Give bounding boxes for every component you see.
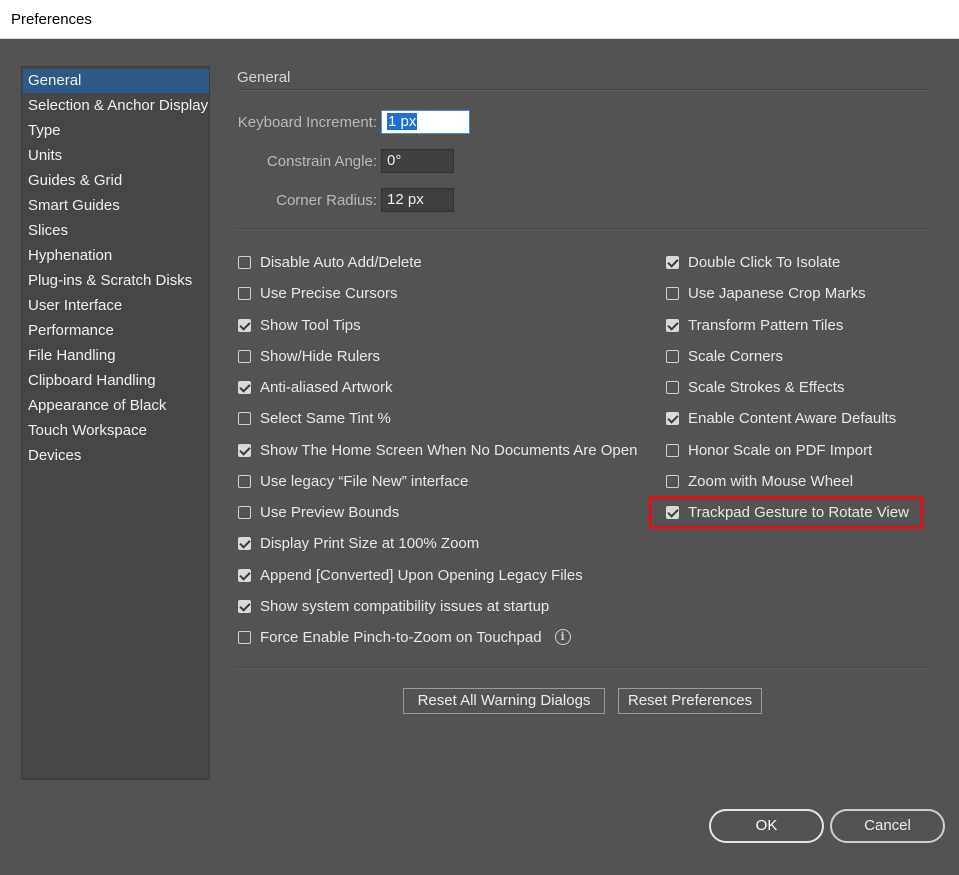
option-label: Scale Corners: [688, 347, 784, 365]
option-label: Scale Strokes & Effects: [688, 378, 845, 396]
option-label: Show The Home Screen When No Documents A…: [260, 441, 638, 459]
sidebar-item-touch-workspace[interactable]: Touch Workspace: [23, 419, 209, 443]
sidebar-item-general[interactable]: General: [23, 69, 209, 93]
checkbox[interactable]: [666, 349, 679, 363]
option-enable-content-aware-defaults[interactable]: Enable Content Aware Defaults: [666, 408, 896, 428]
option-select-same-tint[interactable]: Select Same Tint %: [238, 408, 391, 428]
option-label: Show/Hide Rulers: [260, 347, 381, 365]
sidebar-item-slices[interactable]: Slices: [23, 219, 209, 243]
section-divider: [237, 89, 929, 91]
fields-divider: [237, 228, 929, 230]
sidebar-item-file-handling[interactable]: File Handling: [23, 344, 209, 368]
highlight-box: [649, 496, 923, 529]
checkbox[interactable]: [666, 443, 679, 457]
checkbox[interactable]: [238, 599, 251, 613]
checkbox[interactable]: [238, 286, 251, 300]
keyboard-increment-label: Keyboard Increment:: [237, 114, 377, 131]
checkbox[interactable]: [238, 443, 251, 457]
checkbox[interactable]: [666, 318, 679, 332]
option-show-compatibility-issues[interactable]: Show system compatibility issues at star…: [238, 596, 549, 616]
sidebar-item-user-interface[interactable]: User Interface: [23, 294, 209, 318]
option-zoom-with-mouse-wheel[interactable]: Zoom with Mouse Wheel: [666, 471, 853, 491]
option-label: Force Enable Pinch-to-Zoom on Touchpad: [260, 628, 542, 646]
sidebar-item-smart-guides[interactable]: Smart Guides: [23, 194, 209, 218]
checkbox[interactable]: [666, 255, 679, 269]
checkbox[interactable]: [238, 380, 251, 394]
sidebar-item-devices[interactable]: Devices: [23, 444, 209, 468]
keyboard-increment-input[interactable]: 1 px: [381, 110, 470, 134]
option-label: Select Same Tint %: [260, 409, 391, 427]
checkbox[interactable]: [238, 568, 251, 582]
ok-button[interactable]: OK: [709, 809, 824, 843]
option-label: Honor Scale on PDF Import: [688, 441, 873, 459]
checkbox[interactable]: [238, 411, 251, 425]
option-label: Use Precise Cursors: [260, 284, 398, 302]
checkbox[interactable]: [666, 286, 679, 300]
option-use-preview-bounds[interactable]: Use Preview Bounds: [238, 502, 399, 522]
reset-preferences-button[interactable]: Reset Preferences: [618, 688, 762, 714]
corner-radius-label: Corner Radius:: [276, 192, 377, 209]
option-label: Show Tool Tips: [260, 316, 361, 334]
option-double-click-to-isolate[interactable]: Double Click To Isolate: [666, 252, 840, 272]
option-label: Use Japanese Crop Marks: [688, 284, 866, 302]
option-show-tool-tips[interactable]: Show Tool Tips: [238, 315, 361, 335]
option-label: Append [Converted] Upon Opening Legacy F…: [260, 566, 583, 584]
constrain-angle-label: Constrain Angle:: [266, 153, 377, 170]
option-label: Disable Auto Add/Delete: [260, 253, 422, 271]
option-label: Use Preview Bounds: [260, 503, 400, 521]
option-label: Anti-aliased Artwork: [260, 378, 393, 396]
checkbox[interactable]: [238, 536, 251, 550]
option-label: Display Print Size at 100% Zoom: [260, 534, 480, 552]
checkbox[interactable]: [238, 474, 251, 488]
option-show-hide-rulers[interactable]: Show/Hide Rulers: [238, 346, 380, 366]
checkbox[interactable]: [666, 411, 679, 425]
option-scale-corners[interactable]: Scale Corners: [666, 346, 783, 366]
option-label: Zoom with Mouse Wheel: [688, 472, 854, 490]
sidebar-item-hyphenation[interactable]: Hyphenation: [23, 244, 209, 268]
checkbox[interactable]: [238, 630, 251, 644]
sidebar-item-guides-grid[interactable]: Guides & Grid: [23, 169, 209, 193]
sidebar-item-selection-anchor-display[interactable]: Selection & Anchor Display: [23, 94, 209, 118]
option-label: Show system compatibility issues at star…: [260, 597, 550, 615]
option-label: Enable Content Aware Defaults: [688, 409, 897, 427]
constrain-angle-input[interactable]: 0°: [381, 149, 454, 173]
sidebar-item-appearance-of-black[interactable]: Appearance of Black: [23, 394, 209, 418]
option-transform-pattern-tiles[interactable]: Transform Pattern Tiles: [666, 315, 843, 335]
window-title: Preferences: [11, 11, 92, 28]
reset-warning-dialogs-button[interactable]: Reset All Warning Dialogs: [403, 688, 605, 714]
option-label: Transform Pattern Tiles: [688, 316, 844, 334]
checkbox[interactable]: [238, 349, 251, 363]
option-use-legacy-file-new[interactable]: Use legacy “File New” interface: [238, 471, 468, 491]
option-label: Double Click To Isolate: [688, 253, 841, 271]
option-show-home-screen[interactable]: Show The Home Screen When No Documents A…: [238, 440, 637, 460]
section-title: General: [237, 69, 291, 86]
option-use-japanese-crop-marks[interactable]: Use Japanese Crop Marks: [666, 283, 866, 303]
info-icon[interactable]: i: [554, 629, 571, 645]
sidebar-item-plugins-scratch-disks[interactable]: Plug-ins & Scratch Disks: [23, 269, 209, 293]
option-anti-aliased-artwork[interactable]: Anti-aliased Artwork: [238, 377, 393, 397]
sidebar-item-clipboard-handling[interactable]: Clipboard Handling: [23, 369, 209, 393]
cancel-button[interactable]: Cancel: [830, 809, 945, 843]
checkbox[interactable]: [666, 474, 679, 488]
preferences-sidebar: General Selection & Anchor Display Type …: [21, 66, 210, 780]
checkbox[interactable]: [238, 255, 251, 269]
corner-radius-input[interactable]: 12 px: [381, 188, 454, 212]
option-disable-auto-add-delete[interactable]: Disable Auto Add/Delete: [238, 252, 422, 272]
option-honor-scale-pdf-import[interactable]: Honor Scale on PDF Import: [666, 440, 872, 460]
sidebar-item-performance[interactable]: Performance: [23, 319, 209, 343]
option-force-pinch-to-zoom[interactable]: Force Enable Pinch-to-Zoom on Touchpad i: [238, 627, 571, 647]
option-label: Use legacy “File New” interface: [260, 472, 469, 490]
option-append-converted[interactable]: Append [Converted] Upon Opening Legacy F…: [238, 565, 583, 585]
keyboard-increment-value: 1 px: [387, 113, 418, 130]
checkbox[interactable]: [238, 505, 251, 519]
option-use-precise-cursors[interactable]: Use Precise Cursors: [238, 283, 398, 303]
sidebar-item-type[interactable]: Type: [23, 119, 209, 143]
sidebar-item-units[interactable]: Units: [23, 144, 209, 168]
title-bar: Preferences: [0, 0, 959, 39]
option-scale-strokes-effects[interactable]: Scale Strokes & Effects: [666, 377, 844, 397]
checkbox[interactable]: [238, 318, 251, 332]
option-display-print-size[interactable]: Display Print Size at 100% Zoom: [238, 533, 479, 553]
options-divider: [237, 667, 929, 669]
checkbox[interactable]: [666, 380, 679, 394]
